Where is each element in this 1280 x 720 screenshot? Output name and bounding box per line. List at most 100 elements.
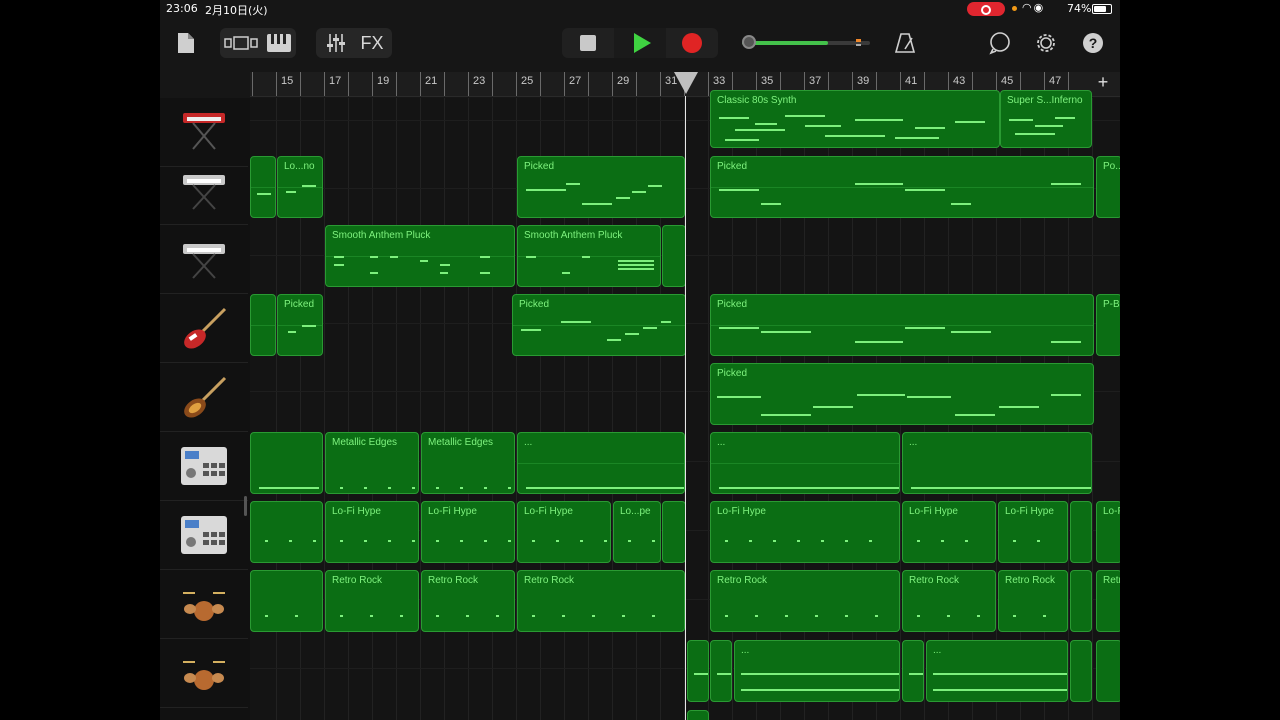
track-header-9[interactable] xyxy=(160,639,248,708)
region[interactable]: Retro Rock xyxy=(710,570,900,632)
bar-number: 33 xyxy=(713,75,726,87)
region[interactable] xyxy=(662,225,686,287)
region[interactable]: Lo-Fi Hype xyxy=(517,501,611,563)
track-header-5[interactable] xyxy=(160,363,248,432)
region[interactable]: ... xyxy=(734,640,900,702)
region[interactable] xyxy=(250,432,323,494)
region[interactable] xyxy=(1070,570,1092,632)
region[interactable]: Lo...no xyxy=(277,156,323,218)
region[interactable]: ... xyxy=(517,432,685,494)
add-section-button[interactable]: + xyxy=(1092,72,1114,93)
region[interactable] xyxy=(710,640,732,702)
region[interactable]: Po... xyxy=(1096,156,1120,218)
status-date: 2月10日(火) xyxy=(205,4,268,17)
track-header-7[interactable] xyxy=(160,501,248,570)
track-header-6[interactable] xyxy=(160,432,248,501)
region[interactable]: Classic 80s Synth xyxy=(710,90,1000,148)
region[interactable]: ... xyxy=(710,432,900,494)
region[interactable]: Retro Rock xyxy=(998,570,1068,632)
ruler-tick xyxy=(612,72,613,96)
region[interactable]: Picked xyxy=(512,294,686,356)
record-button[interactable] xyxy=(666,28,718,58)
document-icon[interactable] xyxy=(174,30,198,56)
track-header-2[interactable] xyxy=(160,156,248,225)
keyboard-view-icon[interactable] xyxy=(264,30,294,56)
region-label: Lo-Fi Hype xyxy=(1005,506,1054,517)
bar-number: 25 xyxy=(521,75,534,87)
bar-number: 37 xyxy=(809,75,822,87)
fx-button[interactable]: FX xyxy=(356,30,388,56)
region[interactable] xyxy=(1070,501,1092,563)
track-header-3[interactable] xyxy=(160,225,248,294)
region[interactable] xyxy=(662,501,686,563)
track-header-4[interactable] xyxy=(160,294,248,363)
synth-keyboard-icon xyxy=(183,244,225,279)
ruler-tick xyxy=(396,72,397,96)
region[interactable]: Lo-Fi Hype xyxy=(902,501,996,563)
stop-icon xyxy=(580,35,596,51)
region[interactable]: Retro xyxy=(1096,570,1120,632)
region[interactable]: P-Ba... xyxy=(1096,294,1120,356)
region-label: Retro Rock xyxy=(332,575,383,586)
volume-knob[interactable] xyxy=(742,35,756,49)
play-button[interactable] xyxy=(614,28,666,58)
region[interactable] xyxy=(250,294,276,356)
region[interactable]: Lo...pe xyxy=(613,501,661,563)
ruler-tick xyxy=(252,72,253,96)
region[interactable]: Picked xyxy=(277,294,323,356)
region-label: Lo...no xyxy=(284,161,315,172)
resize-handle[interactable] xyxy=(244,496,247,516)
region[interactable]: Picked xyxy=(710,156,1094,218)
region[interactable] xyxy=(250,501,323,563)
region[interactable]: Metallic Edges xyxy=(421,432,515,494)
stop-button[interactable] xyxy=(562,28,614,58)
master-volume-slider[interactable] xyxy=(742,35,870,49)
region-label: Lo-Fi Hype xyxy=(909,506,958,517)
help-icon[interactable]: ? xyxy=(1080,30,1106,56)
region[interactable]: Retro Rock xyxy=(325,570,419,632)
region[interactable] xyxy=(250,570,323,632)
region[interactable]: Lo-Fi Hype xyxy=(421,501,515,563)
garageband-screen: 23:06 2月10日(火) ◠◉ 74% FX ? 15 17 19 21 2… xyxy=(160,0,1120,720)
region[interactable]: Metallic Edges xyxy=(325,432,419,494)
region[interactable]: Retro Rock xyxy=(902,570,996,632)
playhead-handle[interactable] xyxy=(674,72,698,94)
ruler-tick xyxy=(660,72,661,96)
playhead-line xyxy=(685,96,686,720)
track-header-8[interactable] xyxy=(160,570,248,639)
region-label: P-Ba... xyxy=(1103,299,1120,310)
region[interactable]: Lo-Fi Hype xyxy=(710,501,900,563)
battery-icon xyxy=(1092,4,1112,14)
metronome-icon[interactable] xyxy=(892,30,918,56)
region[interactable]: Lo-Fi Hype xyxy=(325,501,419,563)
region[interactable]: Picked xyxy=(517,156,685,218)
region[interactable] xyxy=(1096,640,1120,702)
region[interactable]: Retro Rock xyxy=(421,570,515,632)
region[interactable] xyxy=(250,156,276,218)
drum-machine-icon xyxy=(181,516,227,554)
region[interactable] xyxy=(687,640,709,702)
tracks-view-icon[interactable] xyxy=(222,30,260,56)
ruler-tick xyxy=(468,72,469,96)
region[interactable]: Super S...Inferno xyxy=(1000,90,1092,148)
mixer-sliders-icon[interactable] xyxy=(322,30,350,56)
region[interactable] xyxy=(687,710,709,720)
region[interactable]: Lo-Fi xyxy=(1096,501,1120,563)
loop-browser-icon[interactable] xyxy=(986,30,1014,56)
region[interactable]: Smooth Anthem Pluck xyxy=(517,225,661,287)
bar-number: 29 xyxy=(617,75,630,87)
region[interactable] xyxy=(902,640,924,702)
region[interactable]: ... xyxy=(902,432,1092,494)
screen-recording-icon[interactable] xyxy=(967,2,1005,16)
region[interactable] xyxy=(1070,640,1092,702)
bar-number: 47 xyxy=(1049,75,1062,87)
region[interactable]: ... xyxy=(926,640,1068,702)
region[interactable]: Picked xyxy=(710,294,1094,356)
region[interactable]: Lo-Fi Hype xyxy=(998,501,1068,563)
region-label: Retro Rock xyxy=(428,575,479,586)
region[interactable]: Picked xyxy=(710,363,1094,425)
region[interactable]: Smooth Anthem Pluck xyxy=(325,225,515,287)
settings-gear-icon[interactable] xyxy=(1032,30,1060,56)
region[interactable]: Retro Rock xyxy=(517,570,685,632)
status-bar: 23:06 2月10日(火) ◠◉ 74% xyxy=(160,0,1120,18)
